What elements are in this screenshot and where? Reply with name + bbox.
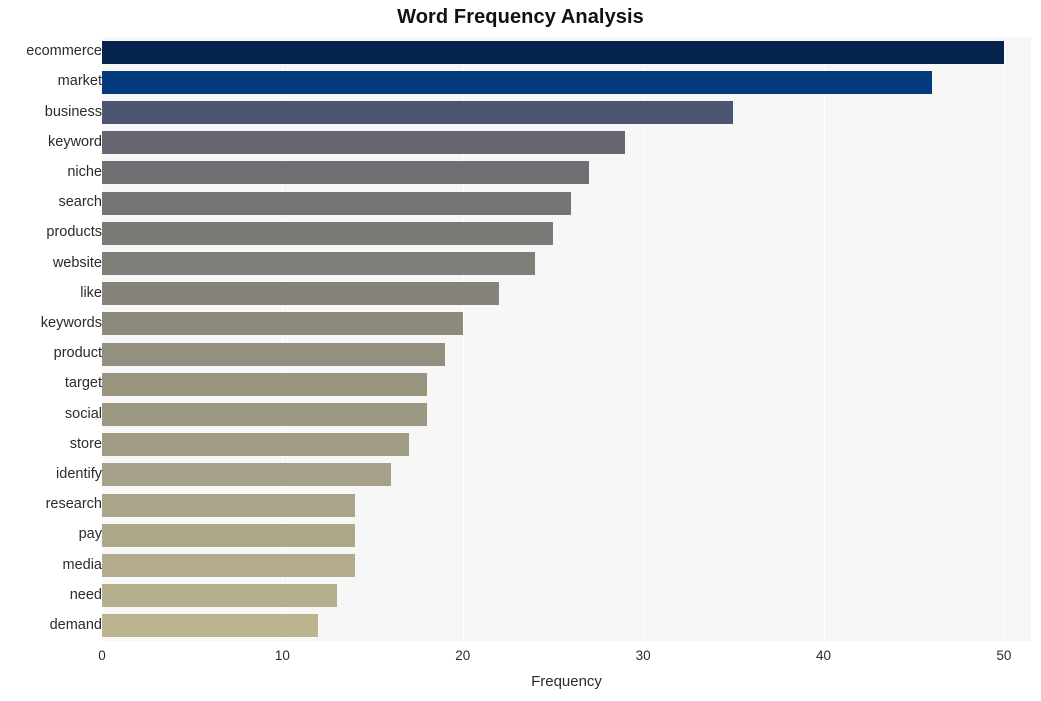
word-frequency-bar-chart: Word Frequency Analysis ecommerce market b…: [0, 0, 1041, 701]
bar-product[interactable]: [102, 342, 445, 366]
bar-social[interactable]: [102, 403, 427, 426]
bar-row: [102, 584, 1031, 608]
y-tick-label-business: business: [44, 103, 102, 120]
bar-pay[interactable]: [102, 523, 355, 547]
x-axis-label: Frequency: [531, 673, 602, 690]
y-tick-label-products: products: [46, 224, 102, 241]
x-tick-label-20: 20: [455, 648, 471, 663]
bar-market[interactable]: [102, 70, 932, 94]
bar-row: [102, 372, 1031, 396]
bar-row: [102, 554, 1031, 577]
bar-row: [102, 523, 1031, 547]
bar-row: [102, 221, 1031, 245]
y-tick-label-social: social: [64, 405, 102, 422]
bar-need[interactable]: [102, 584, 337, 608]
bar-row: [102, 252, 1031, 275]
bar-keyword[interactable]: [102, 131, 626, 155]
x-axis-tick-labels: 0 10 20 30 40 50: [98, 641, 1031, 671]
bar-website[interactable]: [102, 252, 535, 275]
bar-research[interactable]: [102, 493, 355, 517]
y-tick-label-like: like: [80, 284, 102, 301]
bar-niche[interactable]: [102, 161, 590, 185]
y-tick-label-media: media: [62, 556, 103, 573]
y-tick-label-keyword: keyword: [48, 133, 102, 150]
bar-row: [102, 433, 1031, 457]
bar-row: [102, 493, 1031, 517]
bar-ecommerce[interactable]: [102, 40, 1004, 64]
bar-demand[interactable]: [102, 614, 319, 638]
bar-products[interactable]: [102, 221, 553, 245]
bar-keywords[interactable]: [102, 312, 463, 336]
bar-row: [102, 101, 1031, 124]
y-tick-label-website: website: [52, 254, 102, 271]
gridline-30: [643, 37, 645, 641]
y-tick-label-target: target: [64, 375, 102, 392]
bar-business[interactable]: [102, 101, 734, 124]
y-tick-label-pay: pay: [78, 526, 102, 543]
x-tick-label-40: 40: [816, 648, 832, 663]
x-tick-label-0: 0: [98, 648, 106, 663]
y-tick-label-need: need: [69, 586, 102, 603]
x-tick-label-30: 30: [635, 648, 651, 663]
gridline-0: [102, 37, 103, 641]
bar-store[interactable]: [102, 433, 409, 457]
bar-row: [102, 463, 1031, 487]
gridline-40: [823, 37, 825, 641]
bar-row: [102, 40, 1031, 64]
bar-row: [102, 614, 1031, 638]
y-tick-label-store: store: [69, 435, 102, 452]
bar-row: [102, 131, 1031, 155]
bar-row: [102, 403, 1031, 426]
bar-identify[interactable]: [102, 463, 391, 487]
y-tick-label-search: search: [58, 194, 102, 211]
gridline-50: [1003, 37, 1005, 641]
y-tick-label-research: research: [45, 496, 102, 513]
y-tick-label-demand: demand: [49, 616, 102, 633]
bar-media[interactable]: [102, 554, 355, 577]
y-tick-label-niche: niche: [67, 163, 102, 180]
y-tick-label-keywords: keywords: [40, 314, 102, 331]
bar-row: [102, 161, 1031, 185]
bar-row: [102, 342, 1031, 366]
y-tick-label-ecommerce: ecommerce: [26, 43, 102, 60]
x-tick-label-10: 10: [274, 648, 290, 663]
gridline-10: [282, 37, 284, 641]
bar-like[interactable]: [102, 282, 499, 306]
y-tick-label-market: market: [57, 73, 102, 90]
bar-target[interactable]: [102, 372, 427, 396]
chart-title: Word Frequency Analysis: [397, 6, 644, 28]
bar-row: [102, 312, 1031, 336]
bar-row: [102, 191, 1031, 215]
bar-row: [102, 70, 1031, 94]
bar-search[interactable]: [102, 191, 571, 215]
gridline-20: [462, 37, 464, 641]
bar-row: [102, 282, 1031, 306]
y-axis-tick-labels: ecommerce market business keyword niche searc…: [0, 37, 102, 641]
plot-area: [102, 37, 1031, 641]
y-tick-label-product: product: [53, 345, 102, 362]
x-tick-label-50: 50: [996, 648, 1012, 663]
y-tick-label-identify: identify: [56, 465, 102, 482]
